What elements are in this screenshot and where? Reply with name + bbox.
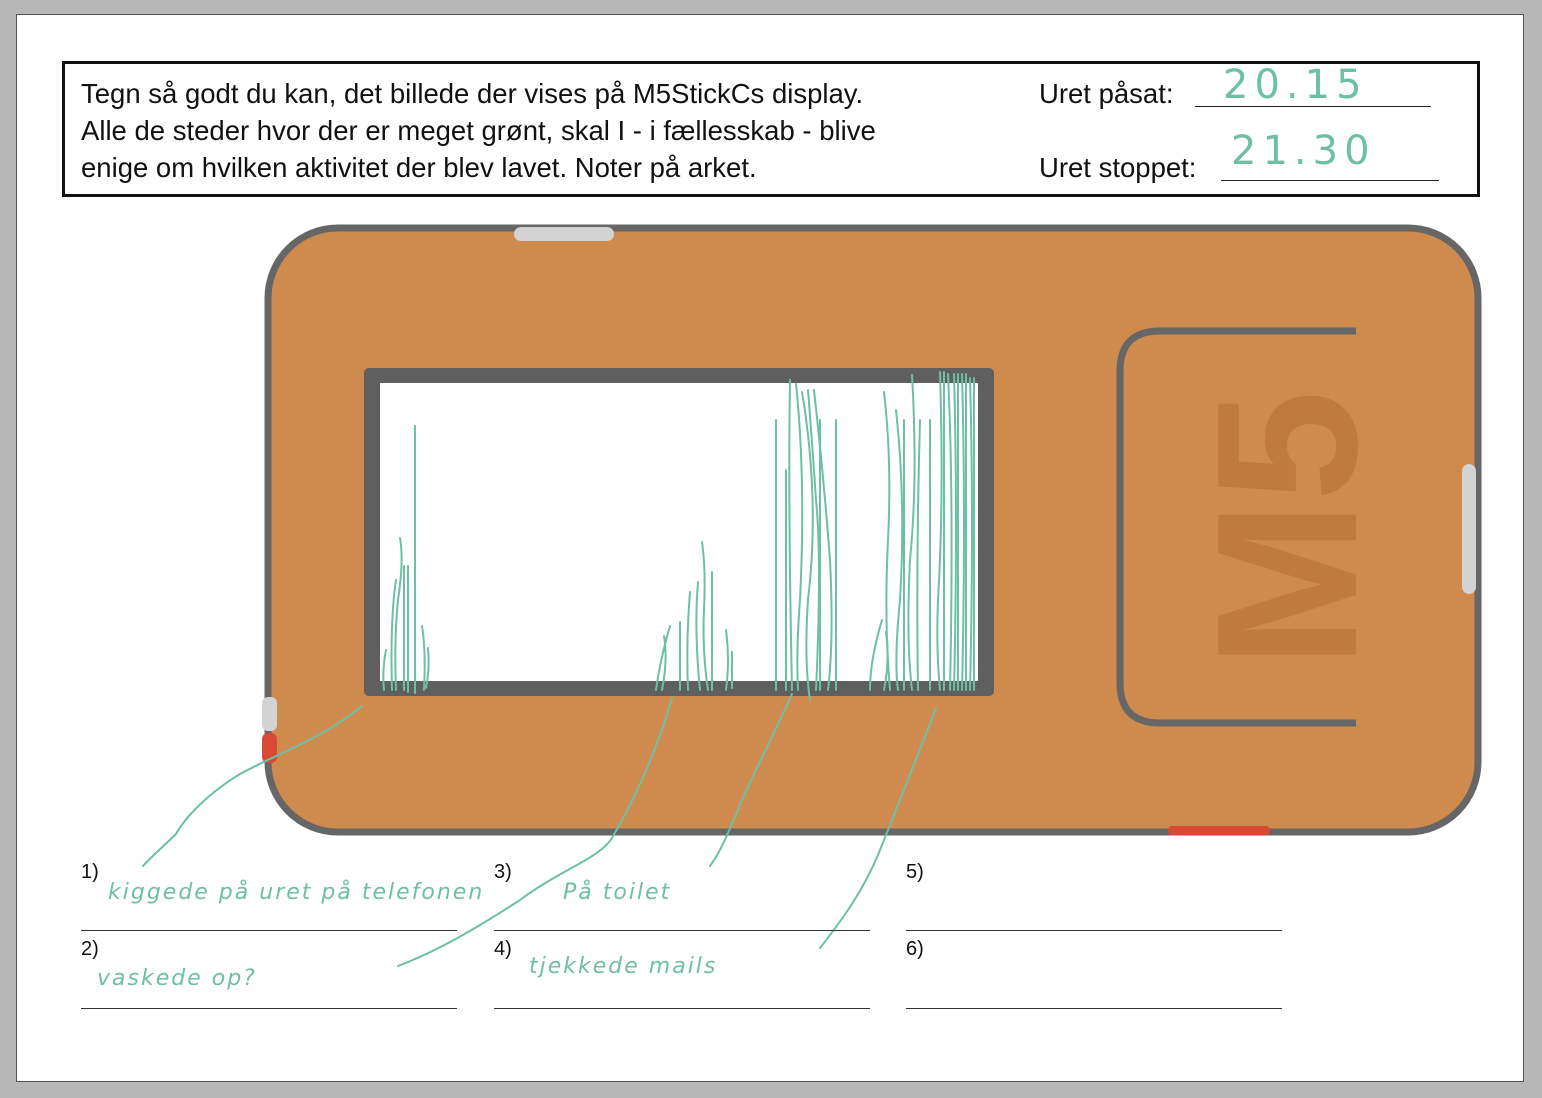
answer-text-3: På toilet xyxy=(563,880,672,905)
m5stick-drawing: M5 xyxy=(142,224,1482,967)
answer-line-6[interactable] xyxy=(906,1008,1282,1009)
side-button-left-grey xyxy=(262,697,277,731)
answer-line-1[interactable] xyxy=(81,930,457,931)
answer-line-2[interactable] xyxy=(81,1008,457,1009)
answer-line-4[interactable] xyxy=(494,1008,870,1009)
answer-number-5: 5) xyxy=(906,861,924,883)
m5-logo: M5 xyxy=(1176,390,1399,668)
answer-line-5[interactable] xyxy=(906,930,1282,931)
answer-number-2: 2) xyxy=(81,938,99,960)
side-button-right xyxy=(1462,464,1476,594)
answer-number-1: 1) xyxy=(81,861,99,883)
answer-text-4: tjekkede mails xyxy=(529,954,718,979)
answer-number-4: 4) xyxy=(494,938,512,960)
answer-number-3: 3) xyxy=(494,861,512,883)
answer-text-2: vaskede op? xyxy=(97,966,257,991)
answer-number-6: 6) xyxy=(906,938,924,960)
bottom-button xyxy=(1168,826,1270,835)
top-button xyxy=(514,227,614,241)
answer-line-3[interactable] xyxy=(494,930,870,931)
answer-text-1: kiggede på uret på telefonen xyxy=(108,880,485,905)
